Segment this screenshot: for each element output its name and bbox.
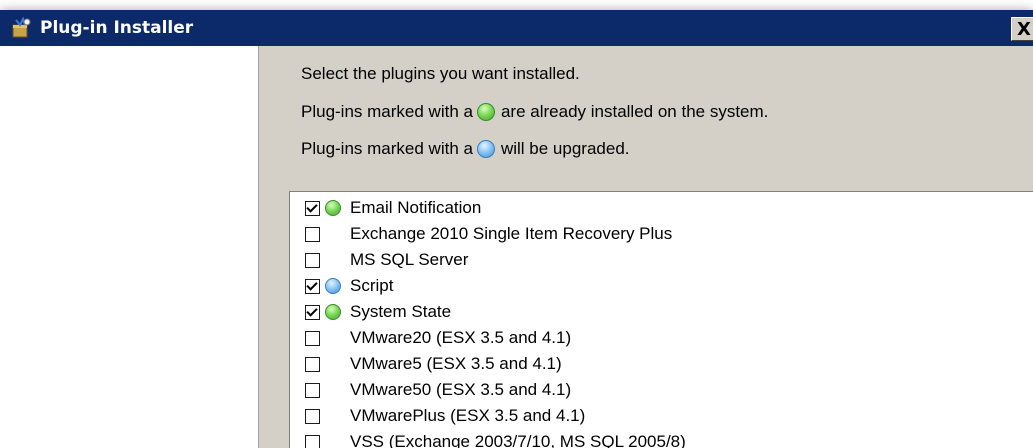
installed-status-icon (325, 304, 341, 320)
upgrade-status-icon (476, 140, 495, 158)
plugin-label: Email Notification (350, 198, 482, 217)
plugin-checkbox[interactable] (305, 356, 320, 372)
plugin-list-item[interactable]: VMware5 (ESX 3.5 and 4.1) (305, 351, 562, 377)
plugin-checkbox[interactable] (305, 408, 320, 424)
instruction-text-2b: are already installed on the system. (500, 102, 769, 121)
plugin-checkbox[interactable] (305, 434, 320, 448)
title-bar[interactable]: Plug-in Installer X (0, 10, 1033, 46)
plugin-status-slot (325, 330, 341, 346)
plugin-checkbox[interactable] (305, 304, 320, 320)
plugin-status-slot (325, 382, 341, 398)
plugin-status-slot (325, 278, 341, 294)
installed-status-icon (476, 103, 495, 121)
plugin-label: Exchange 2010 Single Item Recovery Plus (350, 224, 673, 243)
plugin-label: VMwarePlus (ESX 3.5 and 4.1) (350, 406, 586, 425)
plugin-list-item[interactable]: VMware20 (ESX 3.5 and 4.1) (305, 325, 571, 351)
plugin-list-item[interactable]: Email Notification (305, 195, 481, 221)
plugin-checkbox[interactable] (305, 278, 320, 294)
plugin-checkbox[interactable] (305, 252, 320, 268)
plugin-label: VMware50 (ESX 3.5 and 4.1) (350, 380, 572, 399)
plugin-status-slot (325, 408, 341, 424)
plugin-checkbox[interactable] (305, 330, 320, 346)
plugin-label: VSS (Exchange 2003/7/10, MS SQL 2005/8) (350, 432, 686, 448)
plugin-installer-window: Plug-in Installer X Select the plugins y… (0, 10, 1033, 448)
plugin-list-item[interactable]: Exchange 2010 Single Item Recovery Plus (305, 221, 672, 247)
plugin-checkbox[interactable] (305, 200, 320, 216)
plugin-label: VMware20 (ESX 3.5 and 4.1) (350, 328, 572, 347)
window-title: Plug-in Installer (40, 18, 194, 38)
plugin-status-slot (325, 434, 341, 448)
instruction-text-3b: will be upgraded. (500, 139, 630, 158)
close-button[interactable]: X (1011, 17, 1033, 41)
instruction-text-3a: Plug-ins marked with a (301, 139, 473, 158)
instruction-line-1: Select the plugins you want installed. (301, 64, 580, 84)
plugin-list-item[interactable]: VMwarePlus (ESX 3.5 and 4.1) (305, 403, 585, 429)
plugin-label: MS SQL Server (350, 250, 469, 269)
plugin-list-item[interactable]: Script (305, 273, 393, 299)
plugin-status-slot (325, 252, 341, 268)
upgrade-status-icon (325, 278, 341, 294)
plugin-label: Script (350, 276, 394, 295)
plugin-list-item[interactable]: MS SQL Server (305, 247, 468, 273)
plugin-list-item[interactable]: VSS (Exchange 2003/7/10, MS SQL 2005/8) (305, 429, 686, 448)
content-area: Select the plugins you want installed. P… (259, 46, 1033, 448)
plugin-list-item[interactable]: System State (305, 299, 451, 325)
plugin-checkbox[interactable] (305, 382, 320, 398)
instruction-line-2: Plug-ins marked with a are already insta… (301, 102, 768, 122)
plugin-label: VMware5 (ESX 3.5 and 4.1) (350, 354, 562, 373)
plugin-status-slot (325, 304, 341, 320)
installed-status-icon (325, 200, 341, 216)
plugin-checkbox[interactable] (305, 226, 320, 242)
plugin-list[interactable]: Email Notification Exchange 2010 Single I… (289, 191, 1033, 448)
instruction-line-3: Plug-ins marked with a will be upgraded. (301, 139, 630, 159)
plugin-status-slot (325, 226, 341, 242)
plugin-status-slot (325, 200, 341, 216)
instruction-text-2a: Plug-ins marked with a (301, 102, 473, 121)
plugin-status-slot (325, 356, 341, 372)
plugin-label: System State (350, 302, 452, 321)
installer-app-icon (10, 16, 32, 39)
left-banner-panel (0, 46, 259, 448)
plugin-list-item[interactable]: VMware50 (ESX 3.5 and 4.1) (305, 377, 571, 403)
instruction-text-1: Select the plugins you want installed. (301, 64, 580, 83)
